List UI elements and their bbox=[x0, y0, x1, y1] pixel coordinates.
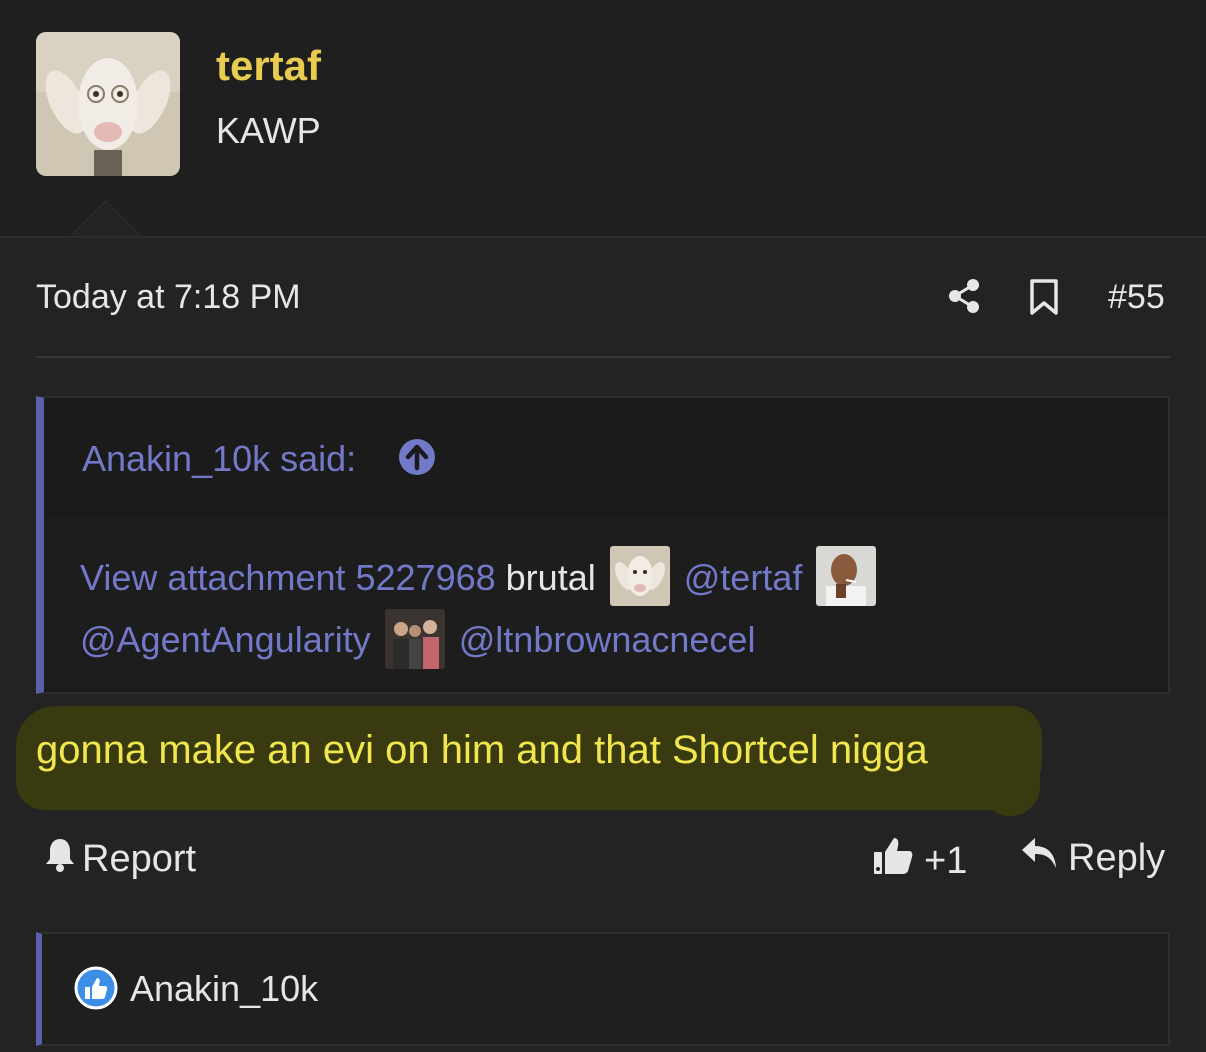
author-username[interactable]: tertaf bbox=[216, 42, 321, 90]
text-highlight-tail bbox=[980, 760, 1040, 816]
go-to-quote-up-icon[interactable] bbox=[398, 438, 436, 476]
like-button[interactable]: +1 bbox=[872, 836, 967, 886]
quote-text-brutal: brutal bbox=[505, 557, 596, 598]
bookmark-icon[interactable] bbox=[1028, 278, 1060, 316]
header-pointer bbox=[72, 202, 140, 236]
report-label: Report bbox=[82, 837, 197, 880]
like-count: +1 bbox=[924, 839, 968, 882]
quote-author-said[interactable]: Anakin_10k said: bbox=[82, 438, 356, 480]
goat-avatar[interactable] bbox=[36, 32, 180, 176]
mention-ltnbrownacnecel[interactable]: @ltnbrownacnecel bbox=[459, 619, 756, 660]
reply-arrow-icon bbox=[1020, 836, 1058, 880]
bell-icon bbox=[44, 836, 76, 882]
mention-agentangularity[interactable]: @AgentAngularity bbox=[80, 619, 371, 660]
man-smoking-thumbnail[interactable] bbox=[816, 546, 877, 607]
thumbs-up-icon bbox=[872, 836, 914, 886]
group-photo-thumbnail[interactable] bbox=[384, 608, 445, 669]
thumbs-up-icon bbox=[74, 966, 118, 1010]
post-date[interactable]: Today at 7:18 PM bbox=[36, 278, 301, 317]
quote-header: Anakin_10k said: bbox=[44, 398, 1168, 516]
reaction-user-link[interactable]: Anakin_10k bbox=[130, 968, 318, 1010]
post-divider bbox=[36, 356, 1170, 358]
post-header: tertaf KAWP bbox=[0, 0, 1206, 238]
reply-label: Reply bbox=[1068, 836, 1166, 879]
report-button[interactable]: Report bbox=[44, 836, 196, 882]
post-number-link[interactable]: #55 bbox=[1108, 278, 1165, 317]
goat-thumbnail[interactable] bbox=[609, 546, 670, 607]
reply-button[interactable]: Reply bbox=[1020, 836, 1165, 880]
author-user-title: KAWP bbox=[216, 110, 321, 151]
mention-tertaf[interactable]: @tertaf bbox=[684, 557, 803, 598]
share-icon[interactable] bbox=[946, 278, 982, 314]
quote-body: View attachment 5227968 brutal @tertaf @… bbox=[80, 546, 1140, 673]
post-message-text: gonna make an evi on him and that Shortc… bbox=[36, 728, 928, 772]
attachment-link[interactable]: View attachment 5227968 bbox=[80, 557, 496, 598]
